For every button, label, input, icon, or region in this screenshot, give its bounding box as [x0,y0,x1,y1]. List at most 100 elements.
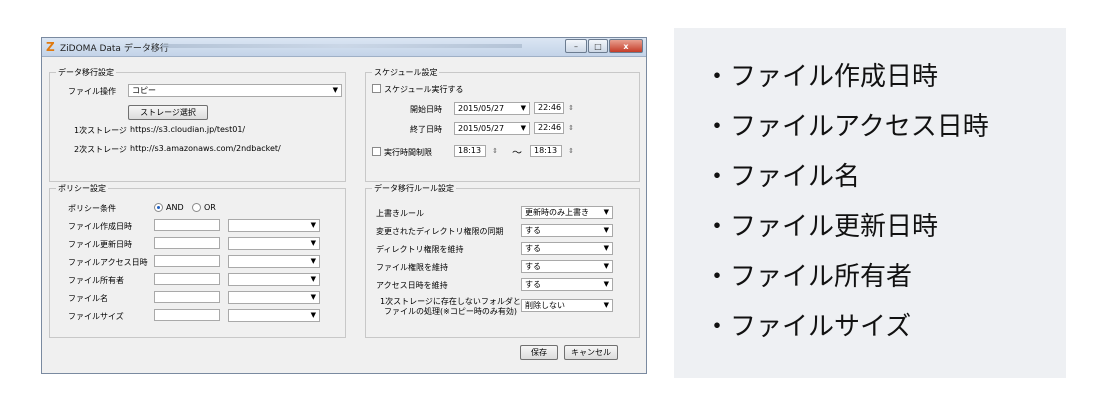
attribute-list-item: ・ファイル名 [704,162,861,192]
spinner-icon[interactable]: ⇕ [566,122,576,134]
minimize-button[interactable]: – [565,39,587,53]
rule-value: する [525,244,541,253]
app-window: Z ZiDOMA Data データ移行 – □ x データ移行設定 ファイル操作… [41,37,647,374]
chevron-down-icon: ▼ [603,244,609,252]
chevron-down-icon: ▼ [603,280,609,288]
rule-label: 上書きルール [376,209,424,218]
start-date-value: 2015/05/27 [458,104,505,113]
rule-label: ディレクトリ権限を維持 [376,245,464,254]
policy-operator-select[interactable]: ▼ [228,291,320,304]
chevron-down-icon: ▼ [310,275,316,283]
chevron-down-icon: ▼ [332,86,338,94]
spinner-icon[interactable]: ⇕ [566,145,576,157]
or-radio[interactable] [192,203,201,212]
start-date-picker[interactable]: 2015/05/27 ▼ [454,102,530,115]
cancel-button[interactable]: キャンセル [564,345,618,360]
chevron-down-icon: ▼ [603,301,609,309]
file-operation-value: コピー [132,86,156,95]
policy-value-input[interactable] [154,255,220,267]
tilde-separator: ～ [512,148,522,159]
rule-value: する [525,226,541,235]
chevron-down-icon: ▼ [310,311,316,319]
attribute-list-item: ・ファイルサイズ [704,312,912,342]
policy-operator-select[interactable]: ▼ [228,273,320,286]
rule-select[interactable]: する ▼ [521,242,613,255]
spinner-icon[interactable]: ⇕ [566,102,576,114]
policy-value-input[interactable] [154,219,220,231]
policy-group-title: ポリシー設定 [56,183,108,194]
policy-row-label: ファイル作成日時 [68,222,132,231]
migration-rules-group: データ移行ルール設定 上書きルール 更新時のみ上書き ▼ 変更されたディレクトリ… [365,183,640,338]
policy-operator-select[interactable]: ▼ [228,309,320,322]
and-label: AND [166,203,184,212]
migration-group-title: データ移行設定 [56,67,116,78]
chevron-down-icon: ▼ [520,124,526,132]
policy-operator-select[interactable]: ▼ [228,219,320,232]
rule-select[interactable]: する ▼ [521,278,613,291]
rule-value: する [525,262,541,271]
rule-select[interactable]: する ▼ [521,260,613,273]
policy-value-input[interactable] [154,237,220,249]
rule-label: ファイル権限を維持 [376,263,448,272]
chevron-down-icon: ▼ [310,221,316,229]
time-limit-from-input[interactable]: 18:13 [454,145,486,157]
rule-select[interactable]: する ▼ [521,224,613,237]
end-date-picker[interactable]: 2015/05/27 ▼ [454,122,530,135]
save-button[interactable]: 保存 [520,345,558,360]
time-limit-checkbox[interactable] [372,147,381,156]
spinner-icon[interactable]: ⇕ [490,145,500,157]
policy-row-label: ファイルアクセス日時 [68,258,148,267]
orphan-rule-value: 削除しない [525,301,565,310]
chevron-down-icon: ▼ [310,239,316,247]
schedule-settings-group: スケジュール設定 スケジュール実行する 開始日時 2015/05/27 ▼ 22… [365,67,640,182]
end-datetime-label: 終了日時 [410,125,442,134]
policy-value-input[interactable] [154,273,220,285]
orphan-rule-select[interactable]: 削除しない ▼ [521,299,613,312]
schedule-group-title: スケジュール設定 [372,67,440,78]
attribute-list-item: ・ファイル更新日時 [704,212,939,242]
policy-row-label: ファイル名 [68,294,108,303]
chevron-down-icon: ▼ [603,208,609,216]
policy-value-input[interactable] [154,291,220,303]
chevron-down-icon: ▼ [310,257,316,265]
storage-select-button[interactable]: ストレージ選択 [128,105,208,120]
rule-value: 更新時のみ上書き [525,208,589,217]
file-operation-select[interactable]: コピー ▼ [128,84,342,97]
rules-group-title: データ移行ルール設定 [372,183,456,194]
window-title: ZiDOMA Data データ移行 [60,44,169,54]
time-limit-label: 実行時間制限 [384,148,432,157]
and-radio[interactable] [154,203,163,212]
secondary-storage-value: http://s3.amazonaws.com/2ndbacket/ [130,144,281,153]
attribute-list-item: ・ファイルアクセス日時 [704,112,989,142]
file-operation-label: ファイル操作 [68,87,116,96]
end-date-value: 2015/05/27 [458,124,505,133]
migration-settings-group: データ移行設定 ファイル操作 コピー ▼ ストレージ選択 1次ストレージ htt… [49,67,346,182]
chevron-down-icon: ▼ [603,226,609,234]
chevron-down-icon: ▼ [520,104,526,112]
title-bar: Z ZiDOMA Data データ移行 – □ x [42,38,646,57]
attribute-list-item: ・ファイル作成日時 [704,62,939,92]
secondary-storage-label: 2次ストレージ [74,145,127,154]
chevron-down-icon: ▼ [603,262,609,270]
chevron-down-icon: ▼ [310,293,316,301]
end-time-input[interactable]: 22:46 [534,122,564,134]
time-limit-to-input[interactable]: 18:13 [530,145,562,157]
start-time-input[interactable]: 22:46 [534,102,564,114]
maximize-button[interactable]: □ [588,39,608,53]
close-button[interactable]: x [609,39,643,53]
policy-operator-select[interactable]: ▼ [228,255,320,268]
rule-select[interactable]: 更新時のみ上書き ▼ [521,206,613,219]
policy-operator-select[interactable]: ▼ [228,237,320,250]
or-label: OR [204,203,216,212]
schedule-exec-checkbox[interactable] [372,84,381,93]
primary-storage-label: 1次ストレージ [74,126,127,135]
rule-value: する [525,280,541,289]
policy-settings-group: ポリシー設定 ポリシー条件 AND OR ファイル作成日時 ▼ ファイル更新日時… [49,183,346,338]
policy-row-label: ファイルサイズ [68,312,124,321]
primary-storage-value: https://s3.cloudian.jp/test01/ [130,125,246,134]
start-datetime-label: 開始日時 [410,105,442,114]
policy-value-input[interactable] [154,309,220,321]
attribute-list-panel: ・ファイル作成日時 ・ファイルアクセス日時 ・ファイル名 ・ファイル更新日時 ・… [674,28,1066,378]
rule-label: 変更されたディレクトリ権限の同期 [376,227,504,236]
attribute-list-item: ・ファイル所有者 [704,262,913,292]
